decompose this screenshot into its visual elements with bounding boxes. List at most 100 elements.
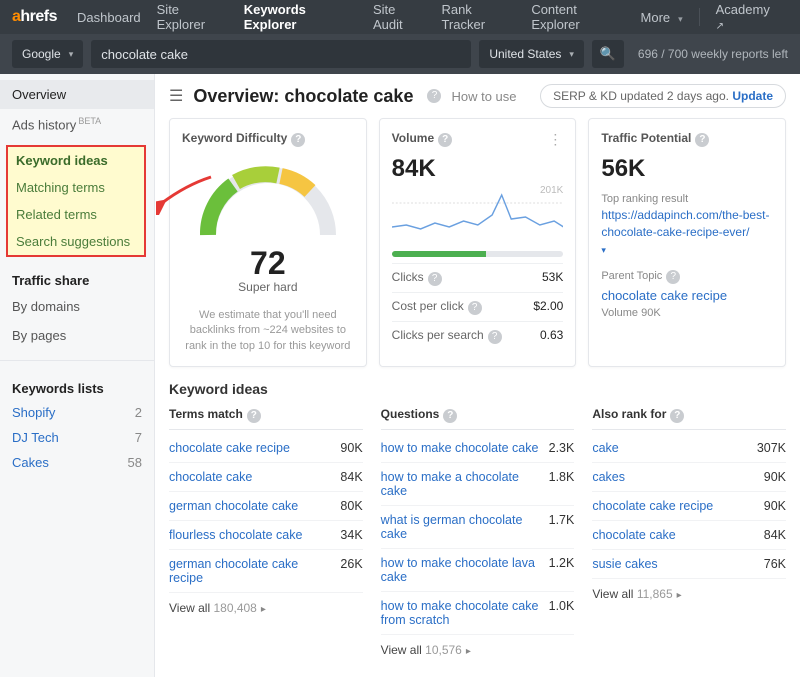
serp-update-pill: SERP & KD updated 2 days ago. Update (540, 84, 786, 108)
ki-keyword[interactable]: german chocolate cake (169, 499, 304, 513)
ki-row: how to make chocolate cake 2.3K (381, 434, 575, 463)
sidebar-keyword-ideas[interactable]: Keyword ideas (8, 147, 144, 174)
sidebar-by-domains[interactable]: By domains (0, 292, 154, 321)
ki-keyword[interactable]: german chocolate cake recipe (169, 557, 340, 585)
ki-volume: 307K (757, 441, 786, 455)
ki-row: chocolate cake recipe90K (592, 492, 786, 521)
keyword-ideas-head: Keyword ideas (169, 381, 786, 397)
metric-cps: Clicks per search?0.63 (392, 321, 564, 350)
sidebar-lists-head: Keywords lists (0, 371, 154, 400)
help-icon[interactable]: ? (291, 133, 305, 147)
search-icon: 🔍 (600, 46, 616, 62)
help-icon[interactable]: ? (670, 409, 684, 423)
ki-keyword[interactable]: chocolate cake (592, 528, 681, 542)
volume-card: Volume? 84K ⋮ 201K Clicks?53K Cost per c… (379, 118, 577, 367)
ki-keyword[interactable]: how to make chocolate cake from scratch (381, 599, 549, 627)
ki-volume: 84K (340, 470, 362, 484)
ki-row: how to make chocolate cake from scratch1… (381, 592, 575, 635)
ki-keyword[interactable]: what is german chocolate cake (381, 513, 549, 541)
view-all-link[interactable]: View all 11,865▸ (592, 587, 786, 601)
logo[interactable]: ahrefs (12, 8, 57, 26)
sidebar-traffic-share-head: Traffic share (0, 263, 154, 292)
country-select[interactable]: United States▾ (479, 40, 584, 68)
ki-keyword[interactable]: how to make chocolate cake (381, 441, 545, 455)
metric-clicks: Clicks?53K (392, 263, 564, 292)
help-icon[interactable]: ? (695, 133, 709, 147)
chevron-down-icon: ▾ (69, 49, 74, 60)
help-icon[interactable]: ? (247, 409, 261, 423)
ki-keyword[interactable]: flourless chocolate cake (169, 528, 308, 542)
parent-topic-volume: Volume 90K (601, 307, 773, 319)
sidebar-matching-terms[interactable]: Matching terms (8, 174, 144, 201)
sidebar-list-cakes[interactable]: Cakes58 (0, 450, 154, 475)
clicks-bar (392, 251, 564, 257)
ki-keyword[interactable]: chocolate cake recipe (592, 499, 719, 513)
volume-sparkline: 201K (392, 185, 564, 245)
help-icon[interactable]: ? (443, 409, 457, 423)
external-link-icon: ↗ (716, 21, 724, 32)
view-all-link[interactable]: View all 10,576▸ (381, 643, 575, 657)
top-nav: ahrefs Dashboard Site Explorer Keywords … (0, 0, 800, 34)
ki-row: chocolate cake 84K (592, 521, 786, 550)
volume-title: Volume? (392, 131, 452, 147)
nav-content-explorer[interactable]: Content Explorer (531, 2, 624, 32)
ki-row: german chocolate cake recipe26K (169, 550, 363, 593)
ki-volume: 80K (340, 499, 362, 513)
ki-column-title: Also rank for? (592, 407, 786, 430)
tp-value: 56K (601, 155, 773, 183)
search-button[interactable]: 🔍 (592, 40, 624, 68)
nav-more[interactable]: More▾ (641, 10, 683, 25)
ki-column: Terms match?chocolate cake recipe90Kchoc… (169, 407, 363, 657)
ki-keyword[interactable]: chocolate cake (169, 470, 258, 484)
sidebar-ads-history[interactable]: Ads historyBETA (0, 109, 154, 139)
page-title: Overview: chocolate cake (193, 86, 413, 107)
ki-volume: 2.3K (549, 441, 575, 455)
ki-keyword[interactable]: how to make chocolate lava cake (381, 556, 549, 584)
how-to-use-link[interactable]: How to use (451, 89, 516, 104)
chevron-down-icon[interactable]: ▾ (601, 245, 606, 256)
ki-column: Questions?how to make chocolate cake2.3K… (381, 407, 575, 657)
ki-keyword[interactable]: chocolate cake recipe (169, 441, 296, 455)
nav-site-explorer[interactable]: Site Explorer (157, 2, 228, 32)
sidebar-list-shopify[interactable]: Shopify2 (0, 400, 154, 425)
view-all-link[interactable]: View all 180,408▸ (169, 601, 363, 615)
ki-volume: 84K (764, 528, 786, 542)
more-menu-icon[interactable]: ⋮ (548, 131, 563, 148)
nav-rank-tracker[interactable]: Rank Tracker (441, 2, 515, 32)
sidebar-search-suggestions[interactable]: Search suggestions (8, 228, 144, 255)
ki-keyword[interactable]: susie cakes (592, 557, 663, 571)
sidebar-by-pages[interactable]: By pages (0, 321, 154, 350)
sidebar-overview[interactable]: Overview (0, 80, 154, 109)
nav-site-audit[interactable]: Site Audit (373, 2, 425, 32)
engine-select[interactable]: Google▾ (12, 40, 83, 68)
help-icon[interactable]: ? (488, 330, 502, 344)
ki-row: german chocolate cake 80K (169, 492, 363, 521)
ki-volume: 90K (340, 441, 362, 455)
ki-volume: 1.7K (549, 513, 575, 541)
ki-keyword[interactable]: cake (592, 441, 624, 455)
nav-keywords-explorer[interactable]: Keywords Explorer (244, 2, 357, 32)
nav-dashboard[interactable]: Dashboard (77, 10, 141, 25)
keyword-input[interactable] (91, 40, 471, 68)
sidebar-list-djtech[interactable]: DJ Tech7 (0, 425, 154, 450)
ki-row: what is german chocolate cake1.7K (381, 506, 575, 549)
menu-icon[interactable]: ☰ (169, 86, 183, 106)
sidebar-related-terms[interactable]: Related terms (8, 201, 144, 228)
ki-volume: 1.0K (549, 599, 575, 627)
nav-academy[interactable]: Academy ↗ (716, 2, 780, 32)
help-icon[interactable]: ? (468, 301, 482, 315)
help-icon[interactable]: ? (428, 272, 442, 286)
parent-topic-link[interactable]: chocolate cake recipe (601, 288, 773, 303)
traffic-potential-card: Traffic Potential? 56K Top ranking resul… (588, 118, 786, 367)
page-header: ☰ Overview: chocolate cake ? How to use … (169, 84, 786, 108)
help-icon[interactable]: ? (438, 133, 452, 147)
ki-keyword[interactable]: how to make a chocolate cake (381, 470, 549, 498)
ki-keyword[interactable]: cakes (592, 470, 631, 484)
update-link[interactable]: Update (732, 89, 773, 103)
help-icon[interactable]: ? (666, 270, 680, 284)
reports-remaining: 696 / 700 weekly reports left (638, 47, 788, 61)
tp-top-url[interactable]: https://addapinch.com/the-best-chocolate… (601, 207, 773, 241)
help-icon[interactable]: ? (427, 89, 441, 103)
sidebar-divider (0, 360, 154, 361)
chevron-down-icon: ▾ (678, 14, 683, 24)
